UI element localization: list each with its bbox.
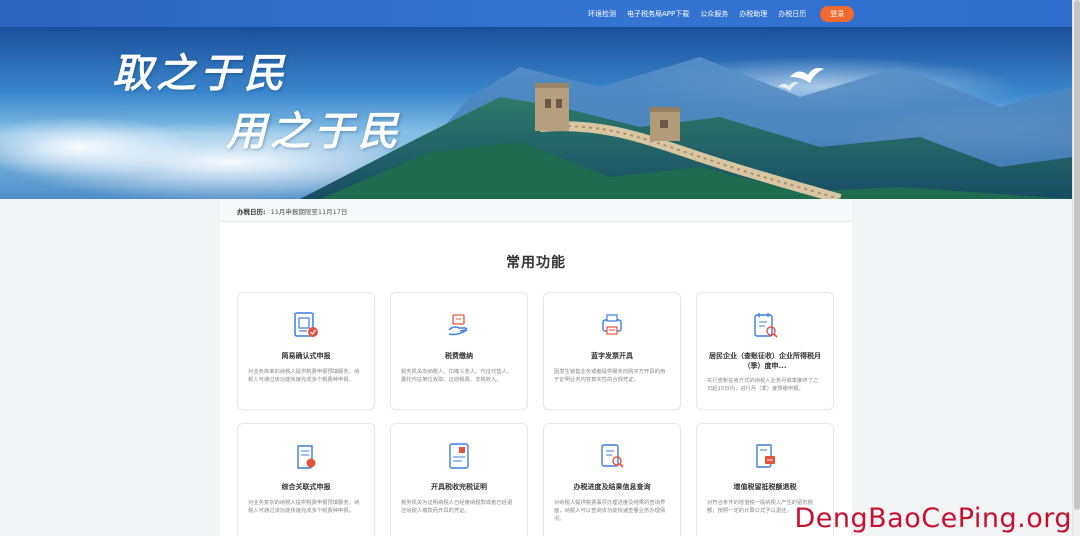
card-tax-payment[interactable]: 税费缴纳 税务机关向纳税人、扣缴义务人、代征代售人、委托代征单位收取、征收税费、… bbox=[390, 292, 528, 410]
card-description: 对业务复杂的纳税人提供税费申报预填服务，纳税人可通过该功能快速完成多个税费种申报… bbox=[248, 500, 360, 514]
card-title: 简易确认式申报 bbox=[281, 352, 331, 360]
card-title: 综合关联式申报 bbox=[281, 483, 331, 491]
card-title: 开具税收完税证明 bbox=[431, 483, 487, 491]
nav-public-service[interactable]: 公众服务 bbox=[700, 9, 728, 19]
tax-payment-icon bbox=[448, 314, 468, 336]
top-nav-bar: 环境检测 电子税务局APP下载 公众服务 办税助理 办税日历 登录 bbox=[0, 0, 1072, 27]
nav-menu: 环境检测 电子税务局APP下载 公众服务 办税助理 办税日历 登录 bbox=[577, 0, 855, 27]
card-title: 办税进度及结果信息查询 bbox=[573, 483, 651, 491]
hero-slogan-line1: 取之于民 bbox=[112, 50, 288, 97]
section-title: 常用功能 bbox=[506, 255, 566, 271]
hero-banner: 取之于民 用之于民 bbox=[0, 27, 1072, 199]
card-description: 对纳税人提供税费事项办理进度及结果的查询界面，纳税人可以查询该功能快速查看业务办… bbox=[554, 500, 666, 522]
tax-calendar-bar: 办税日历: 11月申报期限至11月17日 bbox=[220, 200, 852, 222]
card-title: 税费缴纳 bbox=[445, 352, 473, 360]
nav-tax-assistant[interactable]: 办税助理 bbox=[739, 9, 767, 19]
login-button[interactable]: 登录 bbox=[820, 5, 855, 22]
calendar-label: 办税日历: bbox=[237, 207, 266, 216]
card-tax-certificate[interactable]: 开具税收完税证明 税务机关为证明纳税人已经缴纳税款或者已经退还纳税人缴款而开具的… bbox=[390, 423, 528, 536]
page-scrollbar[interactable] bbox=[1072, 0, 1080, 536]
tax-certificate-icon bbox=[449, 443, 469, 469]
card-progress-query[interactable]: 办税进度及结果信息查询 对纳税人提供税费事项办理进度及结果的查询界面，纳税人可以… bbox=[543, 423, 681, 536]
card-simple-declare[interactable]: 简易确认式申报 对业务简单的纳税人提供税费申报预填服务，纳税人可通过该功能快速完… bbox=[237, 292, 375, 410]
nav-env-check[interactable]: 环境检测 bbox=[588, 9, 616, 19]
card-description: 实行查账征收方式的纳税人业务月或季度终了之日起15日内，进行月（季）度预缴申报。 bbox=[707, 378, 819, 392]
card-title: 居民企业（查账征收）企业所得税月（季）度申... bbox=[709, 352, 821, 370]
combined-declare-icon bbox=[297, 445, 316, 469]
progress-query-icon bbox=[601, 444, 624, 468]
card-title: 增值税留抵税额退税 bbox=[733, 483, 797, 491]
card-combined-declare[interactable]: 综合关联式申报 对业务复杂的纳税人提供税费申报预填服务，纳税人可通过该功能快速完… bbox=[237, 423, 375, 536]
vat-refund-icon bbox=[756, 444, 775, 468]
card-enterprise-tax[interactable]: 居民企业（查账征收）企业所得税月（季）度申... 实行查账征收方式的纳税人业务月… bbox=[696, 292, 834, 410]
card-invoice-issue[interactable]: 蓝字发票开具 因发生销售业务或者提供服务向购买方开具的用于证明业务内容真实性的合… bbox=[543, 292, 681, 410]
nav-app-download[interactable]: 电子税务局APP下载 bbox=[627, 9, 689, 19]
watermark-text: DengBaoCePing.org bbox=[794, 503, 1072, 534]
card-description: 税务机关为证明纳税人已经缴纳税款或者已经退还纳税人缴款而开具的凭证。 bbox=[401, 500, 513, 514]
simple-declare-icon bbox=[294, 312, 318, 337]
card-description: 对业务简单的纳税人提供税费申报预填服务，纳税人可通过该功能快速完成多个税费种申报… bbox=[248, 369, 360, 383]
common-functions-panel: 常用功能 简易确认式申报 对业务简单的纳税人提供税费申报预填服务，纳税人可通过该… bbox=[220, 222, 852, 536]
invoice-icon bbox=[602, 314, 622, 335]
calendar-text: 11月申报期限至11月17日 bbox=[270, 207, 348, 216]
nav-tax-calendar[interactable]: 办税日历 bbox=[778, 9, 806, 19]
card-description: 因发生销售业务或者提供服务向购买方开具的用于证明业务内容真实性的合规凭证。 bbox=[554, 369, 666, 383]
card-description: 税务机关向纳税人、扣缴义务人、代征代售人、委托代征单位收取、征收税费、非税收入。 bbox=[401, 369, 513, 383]
scrollbar-thumb[interactable] bbox=[1074, 0, 1080, 510]
hero-slogan-line2: 用之于民 bbox=[226, 108, 402, 155]
enterprise-tax-icon bbox=[754, 313, 778, 338]
card-title: 蓝字发票开具 bbox=[591, 352, 633, 360]
